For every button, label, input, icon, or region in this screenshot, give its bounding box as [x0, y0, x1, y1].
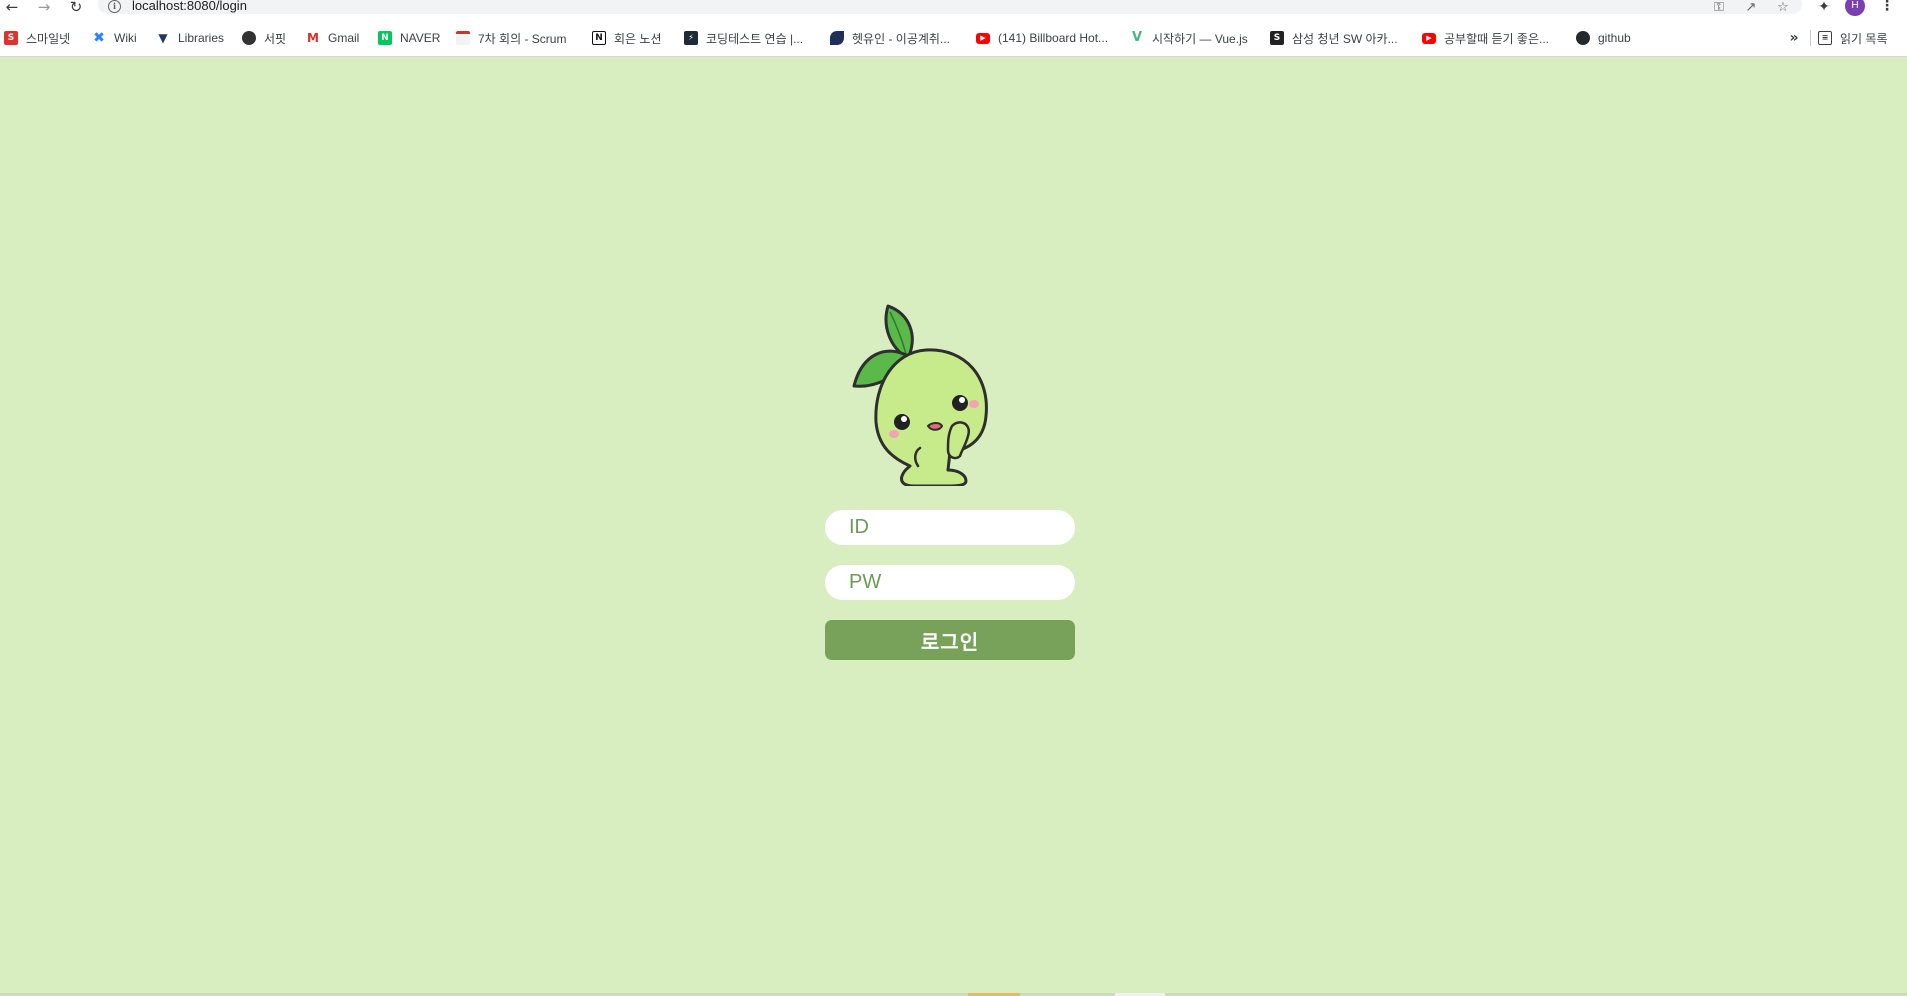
browser-chrome: ← → ↻ i localhost:8080/login ⚿ ↗ ☆ ✦ H ⋮… — [0, 0, 1907, 57]
password-input[interactable] — [825, 565, 1075, 600]
bookmarks-bar: S 스마일넷 ✖ Wiki ▼ Libraries 서핏 M Gmail N N… — [0, 26, 1907, 50]
bookmark-scrum[interactable]: 7차 회의 - Scrum — [456, 26, 566, 50]
youtube-icon: ▶ — [1422, 32, 1436, 44]
bookmark-label: 코딩테스트 연습 |... — [706, 31, 804, 46]
profile-avatar[interactable]: H — [1845, 0, 1865, 16]
id-input[interactable] — [825, 510, 1075, 545]
bookmarks-overflow-button[interactable]: » — [1786, 26, 1802, 50]
back-arrow-icon[interactable]: ← — [2, 0, 22, 15]
bookmark-label: 삼성 청년 SW 아카... — [1292, 31, 1398, 46]
bookmark-smilenet[interactable]: S 스마일넷 — [4, 26, 70, 50]
bookmark-wiki[interactable]: ✖ Wiki — [92, 26, 137, 50]
browser-toolbar: ← → ↻ i localhost:8080/login ⚿ ↗ ☆ ✦ H ⋮ — [0, 0, 1907, 16]
ssafy-icon: S — [1270, 31, 1284, 45]
bookmark-billboard[interactable]: ▶ (141) Billboard Hot... — [976, 26, 1108, 50]
bookmark-label: 회은 노션 — [614, 31, 662, 46]
info-icon[interactable]: i — [108, 0, 121, 13]
reading-list-button[interactable]: ≡ 읽기 목록 — [1818, 26, 1888, 50]
login-button[interactable]: 로그인 — [825, 620, 1075, 660]
browser-menu-icon[interactable]: ⋮ — [1880, 0, 1894, 14]
bookmark-label: Gmail — [328, 31, 360, 45]
bookmark-label: Libraries — [178, 31, 225, 45]
vuetify-icon: ▼ — [158, 31, 168, 45]
bookmark-libraries[interactable]: ▼ Libraries — [156, 26, 224, 50]
calendar-icon — [456, 31, 470, 45]
share-icon[interactable]: ↗ — [1740, 0, 1762, 15]
star-icon[interactable]: ☆ — [1772, 0, 1794, 15]
bookmark-label: 헷유인 - 이공계취... — [852, 31, 950, 46]
sprout-mascot-illustration — [848, 300, 1000, 488]
bookmark-label: NAVER — [400, 31, 441, 45]
youtube-icon: ▶ — [976, 32, 990, 44]
vue-icon: V — [1131, 30, 1143, 45]
bookmark-label: 공부할때 듣기 좋은... — [1444, 31, 1549, 46]
bookmark-label: 서핏 — [264, 31, 287, 46]
bookmark-naver[interactable]: N NAVER — [378, 26, 440, 50]
bookmark-programmers[interactable]: ⚡ 코딩테스트 연습 |... — [684, 26, 803, 50]
bookmark-ssafy[interactable]: S 삼성 청년 SW 아카... — [1270, 26, 1398, 50]
bookmarks-divider — [1810, 30, 1811, 46]
address-bar[interactable]: i localhost:8080/login — [98, 0, 1802, 14]
bookmark-leaf[interactable]: 헷유인 - 이공계취... — [830, 26, 950, 50]
naver-icon: N — [378, 31, 392, 45]
reading-list-icon: ≡ — [1818, 31, 1832, 45]
bookmark-label: 스마일넷 — [26, 31, 71, 46]
leaf-icon — [830, 31, 844, 45]
bookmark-gmail[interactable]: M Gmail — [306, 26, 359, 50]
bookmark-github[interactable]: github — [1576, 26, 1631, 50]
bookmark-label: github — [1598, 31, 1631, 45]
extensions-puzzle-icon[interactable]: ✦ — [1814, 0, 1834, 14]
reload-icon[interactable]: ↻ — [66, 0, 86, 15]
confluence-icon: ✖ — [93, 30, 105, 46]
bookmark-label: 7차 회의 - Scrum — [478, 31, 567, 46]
bookmark-label: Wiki — [114, 31, 137, 45]
bookmark-surfit[interactable]: 서핏 — [242, 26, 286, 50]
forward-arrow-icon[interactable]: → — [34, 0, 54, 15]
smilenet-icon: S — [4, 31, 18, 45]
bookmark-label: (141) Billboard Hot... — [998, 31, 1109, 45]
bookmark-notion[interactable]: N 회은 노션 — [592, 26, 662, 50]
notion-icon: N — [592, 31, 606, 45]
github-icon — [1576, 31, 1590, 45]
surfit-icon — [242, 31, 256, 45]
bookmark-study-music[interactable]: ▶ 공부할때 듣기 좋은... — [1422, 26, 1549, 50]
programmers-icon: ⚡ — [684, 31, 698, 45]
reading-list-label: 읽기 목록 — [1840, 31, 1888, 46]
url-text[interactable]: localhost:8080/login — [132, 0, 247, 13]
gmail-icon: M — [307, 31, 319, 45]
key-icon[interactable]: ⚿ — [1708, 0, 1730, 15]
bookmark-vuejs[interactable]: V 시작하기 — Vue.js — [1130, 26, 1248, 50]
bookmark-label: 시작하기 — Vue.js — [1152, 31, 1248, 46]
